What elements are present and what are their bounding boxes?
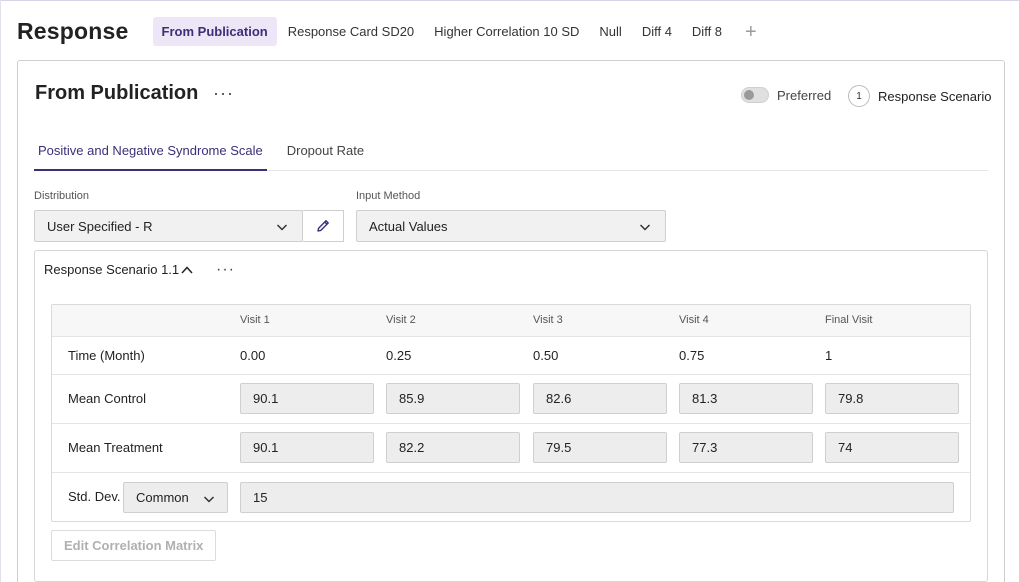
preferred-label: Preferred — [777, 87, 832, 103]
distribution-value: User Specified - R — [47, 218, 153, 234]
response-tabs: From Publication Response Card SD20 High… — [152, 17, 757, 46]
mean-control-row: Mean Control 90.1 85.9 82.6 81.3 79.8 — [52, 375, 970, 424]
std-dev-row: Std. Dev. Common 15 — [52, 473, 970, 521]
mean-treatment-input[interactable]: 74 — [825, 432, 959, 463]
tab-null[interactable]: Null — [590, 17, 630, 46]
column-header: Final Visit — [825, 314, 873, 326]
mean-control-input[interactable]: 90.1 — [240, 383, 374, 414]
scenario-count-label: Response Scenario — [878, 88, 992, 104]
chevron-down-icon — [639, 224, 651, 231]
tab-higher-correlation-10-sd[interactable]: Higher Correlation 10 SD — [425, 17, 588, 46]
chevron-up-icon — [181, 265, 193, 274]
input-method-select[interactable]: Actual Values — [356, 210, 666, 242]
input-method-value: Actual Values — [369, 218, 448, 234]
tab-diff-4[interactable]: Diff 4 — [633, 17, 681, 46]
toggle-knob — [744, 90, 754, 100]
std-dev-mode-select[interactable]: Common — [123, 482, 228, 513]
column-header: Visit 1 — [240, 314, 270, 326]
mean-treatment-input[interactable]: 90.1 — [240, 432, 374, 463]
chevron-down-icon — [276, 224, 288, 231]
pencil-icon — [317, 220, 329, 232]
card-title: From Publication — [35, 82, 199, 104]
scenario-table: Visit 1 Visit 2 Visit 3 Visit 4 Final Vi… — [51, 304, 971, 522]
mean-treatment-input[interactable]: 79.5 — [533, 432, 667, 463]
response-scenario-panel: Response Scenario 1.1 ··· Visit 1 Visit … — [34, 250, 988, 582]
column-header: Visit 2 — [386, 314, 416, 326]
mean-control-input[interactable]: 82.6 — [533, 383, 667, 414]
scenario-count-badge: 1 — [848, 85, 870, 107]
scenario-title: Response Scenario 1.1 — [44, 262, 180, 277]
tab-panss[interactable]: Positive and Negative Syndrome Scale — [34, 137, 267, 171]
column-header: Visit 3 — [533, 314, 563, 326]
tab-response-card-sd20[interactable]: Response Card SD20 — [279, 17, 423, 46]
page-title: Response — [17, 18, 129, 44]
scenario-more-options-icon[interactable]: ··· — [216, 261, 235, 279]
distribution-select[interactable]: User Specified - R — [34, 210, 303, 242]
time-value: 0.75 — [679, 348, 705, 363]
time-label: Time (Month) — [68, 348, 145, 363]
distribution-label: Distribution — [34, 190, 90, 202]
card-more-options-icon[interactable]: ··· — [213, 83, 234, 104]
tab-dropout-rate[interactable]: Dropout Rate — [283, 137, 368, 171]
chevron-down-icon — [203, 496, 215, 503]
std-dev-input[interactable]: 15 — [240, 482, 954, 513]
mean-control-input[interactable]: 81.3 — [679, 383, 813, 414]
scenario-count: 1 Response Scenario — [848, 85, 991, 107]
preferred-control: Preferred — [741, 87, 831, 103]
preferred-toggle[interactable] — [741, 87, 769, 103]
top-border — [0, 0, 1019, 4]
edit-distribution-button[interactable] — [303, 210, 344, 242]
std-dev-label: Std. Dev. — [68, 489, 121, 504]
mean-control-input[interactable]: 79.8 — [825, 383, 959, 414]
scenario-collapse-toggle[interactable]: Response Scenario 1.1 — [44, 262, 194, 277]
time-value: 0.25 — [386, 348, 412, 363]
time-row: Time (Month) 0.00 0.25 0.50 0.75 1 — [52, 337, 970, 375]
mean-treatment-label: Mean Treatment — [68, 440, 163, 455]
left-border — [0, 0, 1, 582]
time-value: 1 — [825, 348, 833, 363]
table-header: Visit 1 Visit 2 Visit 3 Visit 4 Final Vi… — [52, 305, 970, 337]
mean-control-input[interactable]: 85.9 — [386, 383, 520, 414]
column-header: Visit 4 — [679, 314, 709, 326]
page-header: Response From Publication Response Card … — [17, 16, 757, 47]
edit-correlation-matrix-button[interactable]: Edit Correlation Matrix — [51, 530, 217, 561]
std-dev-mode-value: Common — [136, 490, 189, 505]
mean-control-label: Mean Control — [68, 391, 147, 406]
response-card: From Publication ··· Preferred 1 Respons… — [17, 60, 1005, 582]
tab-from-publication[interactable]: From Publication — [152, 17, 277, 46]
mean-treatment-row: Mean Treatment 90.1 82.2 79.5 77.3 74 — [52, 424, 970, 473]
tab-diff-8[interactable]: Diff 8 — [683, 17, 731, 46]
time-value: 0.50 — [533, 348, 559, 363]
add-tab-icon[interactable]: + — [745, 22, 757, 42]
time-value: 0.00 — [240, 348, 266, 363]
mean-treatment-input[interactable]: 77.3 — [679, 432, 813, 463]
input-method-label: Input Method — [356, 190, 421, 202]
measure-tabs: Positive and Negative Syndrome Scale Dro… — [34, 137, 988, 171]
mean-treatment-input[interactable]: 82.2 — [386, 432, 520, 463]
